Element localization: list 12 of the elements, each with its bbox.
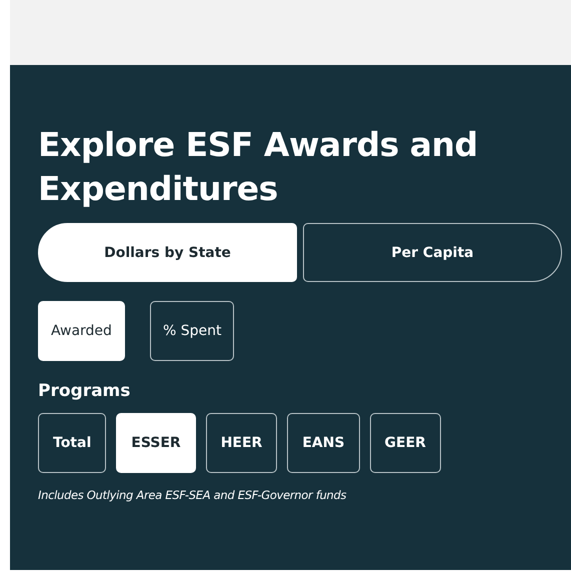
- view-tab[interactable]: Per Capita: [303, 223, 562, 282]
- page-title: Explore ESF Awards and Expenditures: [38, 124, 479, 210]
- program-toggle[interactable]: Total: [38, 413, 106, 473]
- measure-toggle[interactable]: % Spent: [150, 301, 234, 361]
- program-toggle[interactable]: EANS: [287, 413, 360, 473]
- program-toggle[interactable]: HEER: [206, 413, 278, 473]
- program-toggle[interactable]: ESSER: [116, 413, 196, 473]
- footnote: Includes Outlying Area ESF-SEA and ESF-Governor funds: [38, 488, 348, 502]
- program-toggle[interactable]: GEER: [370, 413, 441, 473]
- measure-toggle[interactable]: Awarded: [38, 301, 125, 361]
- programs-heading: Programs: [38, 381, 132, 401]
- view-tab[interactable]: Dollars by State: [38, 223, 297, 282]
